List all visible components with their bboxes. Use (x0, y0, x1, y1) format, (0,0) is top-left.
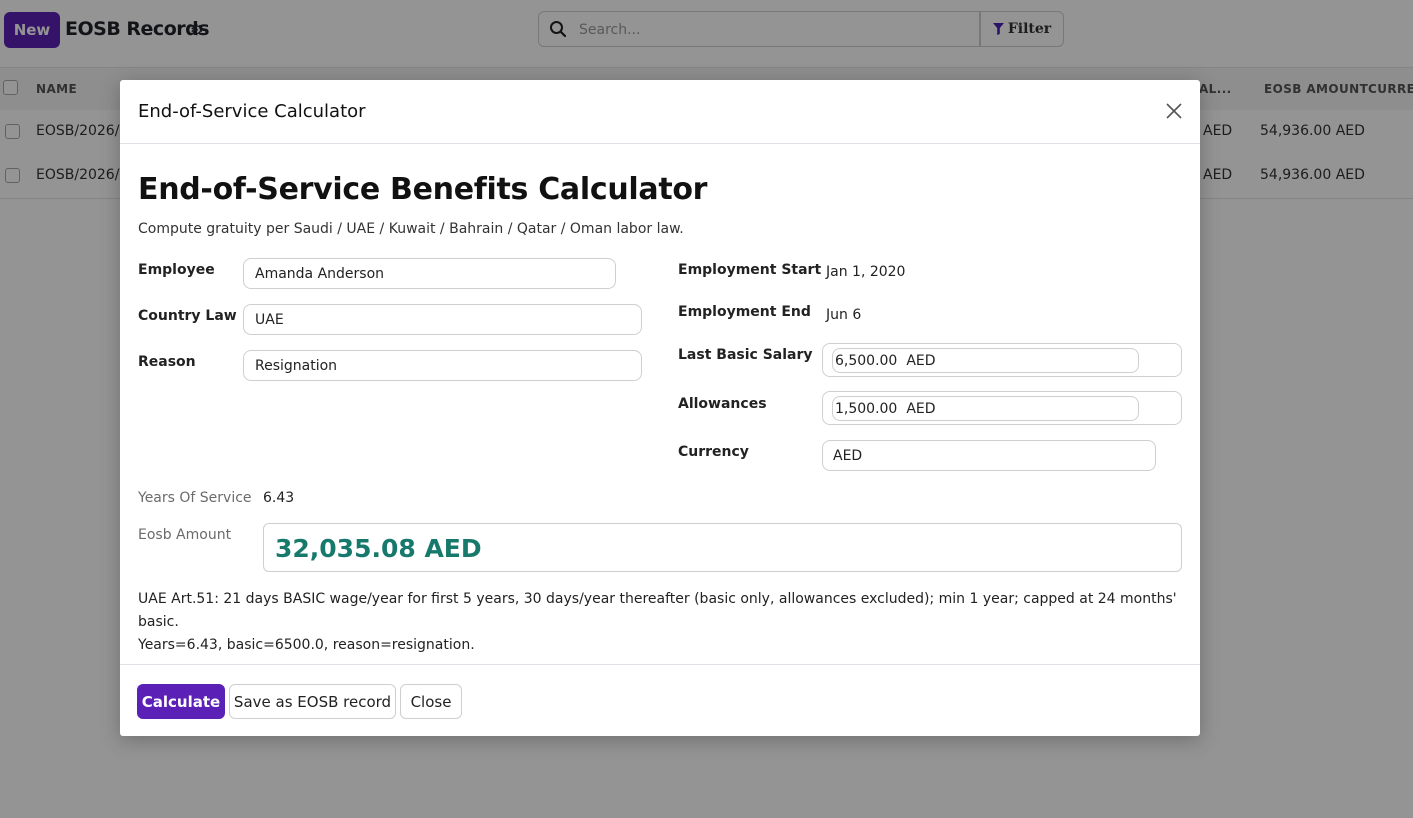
modal-footer: Calculate Save as EOSB record Close (120, 664, 1200, 737)
employee-field[interactable]: Amanda Anderson (243, 258, 616, 289)
years-of-service-value: 6.43 (263, 490, 295, 506)
calculate-button[interactable]: Calculate (137, 684, 225, 719)
calculator-subtitle: Compute gratuity per Saudi / UAE / Kuwai… (138, 221, 684, 237)
save-eosb-record-button[interactable]: Save as EOSB record (229, 684, 396, 719)
currency-label: Currency (678, 444, 749, 460)
employment-start-label: Employment Start (678, 262, 822, 278)
last-basic-salary-label: Last Basic Salary (678, 347, 813, 363)
calculator-heading: End-of-Service Benefits Calculator (138, 172, 708, 207)
allowances-container: 1,500.00 AED (822, 391, 1182, 425)
allowances-amount: 1,500.00 (835, 400, 898, 417)
employee-label: Employee (138, 262, 215, 278)
allowances-label: Allowances (678, 396, 767, 412)
last-basic-salary-container: 6,500.00 AED (822, 343, 1182, 377)
years-of-service-label: Years Of Service (138, 490, 252, 506)
close-button[interactable]: Close (400, 684, 462, 719)
close-icon[interactable] (1164, 101, 1184, 121)
employment-end-field[interactable]: Jun 6 (826, 307, 861, 323)
reason-field[interactable]: Resignation (243, 350, 642, 381)
employment-end-label: Employment End (678, 304, 811, 320)
calculation-rule: UAE Art.51: 21 days BASIC wage/year for … (138, 591, 1177, 630)
employment-start-field[interactable]: Jan 1, 2020 (826, 264, 905, 280)
salary-amount: 6,500.00 (835, 352, 898, 369)
allowances-currency: AED (906, 400, 936, 417)
eosb-amount-box: 32,035.08 AED (263, 523, 1182, 572)
last-basic-salary-input[interactable]: 6,500.00 AED (832, 348, 1139, 373)
country-law-field[interactable]: UAE (243, 304, 642, 335)
country-law-label: Country Law (138, 308, 237, 324)
calculation-inputs: Years=6.43, basic=6500.0, reason=resigna… (138, 637, 475, 653)
eosb-amount-label: Eosb Amount (138, 527, 232, 543)
allowances-input[interactable]: 1,500.00 AED (832, 396, 1139, 421)
eosb-calculator-dialog: End-of-Service Calculator End-of-Service… (120, 80, 1200, 736)
calculation-note: UAE Art.51: 21 days BASIC wage/year for … (138, 588, 1188, 657)
modal-header: End-of-Service Calculator (120, 80, 1200, 144)
eosb-amount-value: 32,035.08 AED (275, 534, 482, 563)
currency-field[interactable]: AED (822, 440, 1156, 471)
salary-currency: AED (906, 352, 936, 369)
modal-title: End-of-Service Calculator (138, 101, 366, 122)
reason-label: Reason (138, 354, 196, 370)
